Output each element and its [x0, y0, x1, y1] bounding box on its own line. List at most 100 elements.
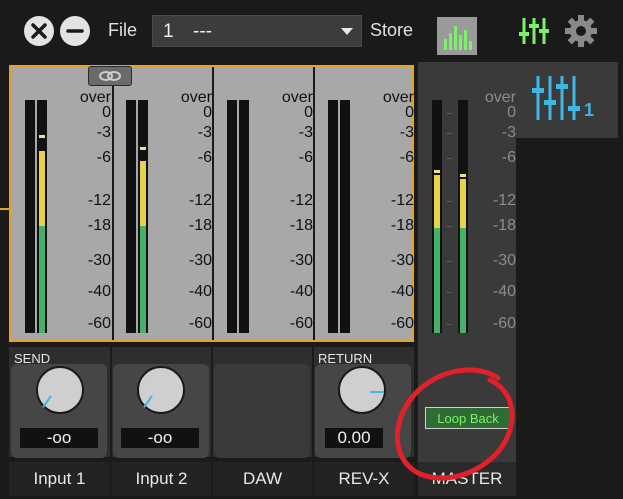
- send-value-input2[interactable]: -oo: [121, 428, 199, 448]
- meter-scale-label: -6: [197, 149, 212, 166]
- annotation-circle: [394, 367, 515, 481]
- master-scale-label: -60: [492, 315, 516, 332]
- chevron-down-icon: [341, 28, 353, 35]
- minimize-button[interactable]: [60, 16, 90, 46]
- meter-scale-label: -3: [96, 124, 111, 141]
- master-level-yellow: [460, 179, 466, 229]
- master-scale-label: -12: [492, 192, 516, 209]
- meter-bar: [340, 100, 350, 333]
- meter-scale-label: -12: [188, 192, 212, 209]
- meter-scale-label: -3: [298, 124, 313, 141]
- meter-scale-label: -60: [390, 315, 414, 332]
- master-scale-label: -18: [492, 217, 516, 234]
- meter-peak: [140, 146, 146, 150]
- meter-scale-label: -12: [289, 192, 313, 209]
- master-scale-label: -6: [501, 149, 516, 166]
- meter-scale-label: -3: [197, 124, 212, 141]
- return-label: RETURN: [318, 351, 373, 366]
- send-knob-input2[interactable]: [137, 366, 185, 414]
- channel-divider: [112, 67, 114, 340]
- master-peak: [434, 169, 440, 173]
- meter-scale-label: -40: [390, 283, 414, 300]
- master-peak: [460, 174, 466, 178]
- meter-scale-label: -30: [87, 252, 111, 269]
- meter-scale-label: -18: [289, 217, 313, 234]
- mixer-tab-number: 1: [584, 100, 595, 120]
- meter-scale-label: -6: [96, 149, 111, 166]
- channel-divider: [313, 67, 315, 340]
- send-label: SEND: [14, 351, 51, 366]
- meter-scale-label: 0: [304, 104, 313, 121]
- master-scale-label: -3: [501, 124, 516, 141]
- close-icon: [31, 23, 47, 39]
- send-knob-input1[interactable]: [36, 366, 84, 414]
- daw-empty-box: [214, 364, 310, 458]
- meter-scale-label: 0: [203, 104, 212, 121]
- meter-scale-label: -40: [188, 283, 212, 300]
- return-value-revx[interactable]: 0.00: [325, 428, 383, 448]
- meter-bar: [328, 100, 338, 333]
- meter-level-green: [39, 225, 45, 333]
- master-level-yellow: [434, 174, 440, 229]
- meter-bar: [227, 100, 237, 333]
- master-tick-mark: [446, 201, 452, 202]
- meter-level-yellow: [140, 160, 146, 226]
- channel-name-input1: Input 1: [9, 462, 110, 496]
- meter-scale-label: -6: [298, 149, 313, 166]
- meter-scale-label: -60: [87, 315, 111, 332]
- meter-bar: [25, 100, 35, 333]
- minus-icon: [66, 29, 84, 33]
- master-scale-label: -40: [492, 283, 516, 300]
- channel-divider: [212, 67, 214, 340]
- meters-panel: over 0 -3 -6 -12 -18 -30 -40 -60 over 0 -3 -6 -12 -18-…: [9, 65, 414, 342]
- mixer-icon[interactable]: [518, 16, 550, 46]
- master-tick-mark: [446, 261, 452, 262]
- master-level-green: [460, 228, 466, 333]
- channel-name-daw: DAW: [213, 462, 312, 496]
- return-knob-revx[interactable]: [338, 366, 386, 414]
- meter-scale-label: -40: [87, 283, 111, 300]
- meter-scale-label: -40: [289, 283, 313, 300]
- link-button[interactable]: [88, 66, 132, 86]
- master-scale-label: 0: [507, 104, 516, 121]
- store-button[interactable]: Store: [370, 20, 413, 41]
- master-tick-mark: [446, 158, 452, 159]
- meter-scale-label: -6: [399, 149, 414, 166]
- close-button[interactable]: [24, 16, 54, 46]
- meter-scale-label: -18: [390, 217, 414, 234]
- master-tick-mark: [446, 324, 452, 325]
- send-value-input1[interactable]: -oo: [20, 428, 98, 448]
- gear-icon[interactable]: [564, 14, 598, 48]
- meter-scale-label: -18: [188, 217, 212, 234]
- master-tick-mark: [446, 113, 452, 114]
- meter-bar: [239, 100, 249, 333]
- mixer-tab-icon: [532, 76, 580, 120]
- channel-name-input2: Input 2: [112, 462, 211, 496]
- meter-peak: [39, 134, 45, 138]
- meter-scale-label: -30: [390, 252, 414, 269]
- top-bar: File 1 --- Store: [0, 0, 623, 62]
- master-tick-mark: [446, 133, 452, 134]
- link-icon: [99, 71, 121, 81]
- master-level-green: [434, 228, 440, 333]
- master-tick-mark: [446, 226, 452, 227]
- master-tick-mark: [446, 292, 452, 293]
- meter-level-yellow: [39, 151, 45, 226]
- file-label: File: [108, 20, 138, 40]
- meter-scale-label: -3: [399, 124, 414, 141]
- master-scale-label: -30: [492, 252, 516, 269]
- meter-scale-label: -12: [390, 192, 414, 209]
- meter-icon: [444, 26, 472, 50]
- meter-scale-label: -60: [289, 315, 313, 332]
- meter-scale-label: 0: [102, 104, 111, 121]
- meter-scale-label: -12: [87, 192, 111, 209]
- meter-level-green: [140, 225, 146, 333]
- selection-indicator: [0, 208, 9, 210]
- file-select[interactable]: 1 ---: [152, 15, 362, 47]
- meter-scale-label: -60: [188, 315, 212, 332]
- meter-view-button[interactable]: [437, 17, 477, 55]
- mixer-tab[interactable]: 1: [516, 62, 618, 138]
- meter-scale-label: -18: [87, 217, 111, 234]
- file-name: ---: [193, 21, 212, 42]
- meter-bar: [126, 100, 136, 333]
